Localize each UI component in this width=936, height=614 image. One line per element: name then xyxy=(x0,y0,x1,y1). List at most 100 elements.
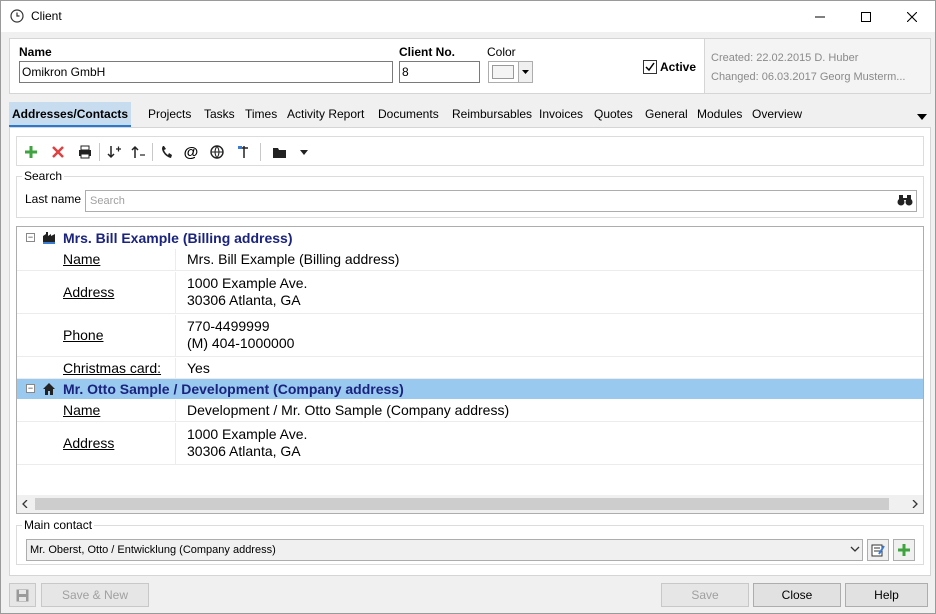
search-group: Search Last name Search xyxy=(16,169,924,218)
field-value-address-line1: 1000 Example Ave. xyxy=(187,275,308,291)
collapse-icon[interactable]: − xyxy=(26,233,35,242)
main-contact-select[interactable]: Mr. Oberst, Otto / Entwicklung (Company … xyxy=(26,539,863,561)
tab-modules[interactable]: Modules xyxy=(694,102,745,127)
tab-invoices[interactable]: Invoices xyxy=(536,102,586,127)
search-group-label: Search xyxy=(22,169,65,183)
delete-icon xyxy=(52,146,64,158)
client-no-input[interactable]: 8 xyxy=(399,61,480,83)
tab-times[interactable]: Times xyxy=(242,102,280,127)
collapse-icon[interactable]: − xyxy=(26,384,35,393)
last-name-label: Last name xyxy=(25,192,82,206)
color-swatch xyxy=(492,65,514,79)
close-window-button[interactable] xyxy=(889,1,935,32)
field-key-phone[interactable]: Phone xyxy=(63,327,103,343)
table-row: Address 1000 Example Ave. 30306 Atlanta,… xyxy=(17,423,923,465)
factory-icon xyxy=(43,232,55,244)
main-contact-group: Main contact Mr. Oberst, Otto / Entwickl… xyxy=(16,518,924,565)
main-contact-label: Main contact xyxy=(22,518,95,532)
edit-main-contact-button[interactable] xyxy=(867,539,889,561)
field-value-name: Mrs. Bill Example (Billing address) xyxy=(187,251,400,267)
horizontal-scrollbar[interactable] xyxy=(17,495,923,513)
add-icon xyxy=(25,146,37,158)
website-button[interactable] xyxy=(206,141,228,163)
toolbar-separator xyxy=(152,143,153,161)
tabs-overflow-button[interactable] xyxy=(917,109,927,123)
scroll-left-button[interactable] xyxy=(18,497,32,511)
map-button[interactable] xyxy=(233,141,255,163)
field-key-name[interactable]: Name xyxy=(63,251,100,267)
print-button[interactable] xyxy=(74,141,96,163)
tab-projects[interactable]: Projects xyxy=(145,102,194,127)
name-input[interactable]: Omikron GmbH xyxy=(19,61,393,83)
scroll-right-button[interactable] xyxy=(908,497,922,511)
add-contact-button[interactable] xyxy=(20,141,42,163)
search-input[interactable]: Search xyxy=(85,190,917,212)
tab-overview[interactable]: Overview xyxy=(749,102,805,127)
email-icon: @ xyxy=(183,143,199,161)
contact-header-text: Mrs. Bill Example (Billing address) xyxy=(63,230,293,246)
checkmark-icon xyxy=(645,62,655,72)
sort-descending-icon xyxy=(107,146,121,159)
table-row: Name Mrs. Bill Example (Billing address) xyxy=(17,249,923,271)
active-checkbox[interactable] xyxy=(643,60,657,74)
field-value-address-line1: 1000 Example Ave. xyxy=(187,426,308,442)
column-separator xyxy=(175,249,176,270)
tab-reimbursables[interactable]: Reimbursables xyxy=(449,102,535,127)
save-button[interactable]: Save xyxy=(661,583,749,607)
save-and-new-button[interactable]: Save & New xyxy=(41,583,149,607)
tab-strip: Addresses/Contacts Projects Tasks Times … xyxy=(9,102,931,127)
scrollbar-thumb[interactable] xyxy=(35,498,889,510)
home-icon xyxy=(43,383,55,395)
tab-documents[interactable]: Documents xyxy=(375,102,442,127)
minimize-icon xyxy=(815,16,825,17)
sort-descending-button[interactable] xyxy=(103,141,125,163)
help-button[interactable]: Help xyxy=(845,583,928,607)
table-row: Name Development / Mr. Otto Sample (Comp… xyxy=(17,400,923,422)
color-picker[interactable] xyxy=(488,61,533,83)
color-dropdown-button[interactable] xyxy=(518,62,532,82)
web-icon xyxy=(210,145,224,159)
active-label: Active xyxy=(660,60,697,74)
caret-down-icon xyxy=(917,114,927,120)
email-button[interactable]: @ xyxy=(180,141,202,163)
field-key-address[interactable]: Address xyxy=(63,284,114,300)
close-button[interactable]: Close xyxy=(753,583,841,607)
color-label: Color xyxy=(487,45,516,59)
folder-button[interactable] xyxy=(268,141,290,163)
window-title: Client xyxy=(31,9,62,23)
call-button[interactable] xyxy=(156,141,178,163)
print-icon xyxy=(79,145,91,159)
column-separator xyxy=(175,400,176,421)
contact-header-billing[interactable]: − Mrs. Bill Example (Billing address) xyxy=(17,228,923,248)
field-value-address-line2: 30306 Atlanta, GA xyxy=(187,292,301,308)
field-value-name: Development / Mr. Otto Sample (Company a… xyxy=(187,402,510,418)
tab-general[interactable]: General xyxy=(642,102,691,127)
delete-contact-button[interactable] xyxy=(47,141,69,163)
field-key-address[interactable]: Address xyxy=(63,435,114,451)
main-contact-dropdown[interactable] xyxy=(850,543,860,555)
chevron-down-icon xyxy=(850,546,860,552)
tab-activity-report[interactable]: Activity Report xyxy=(284,102,367,127)
title-bar: Client xyxy=(1,1,935,32)
field-key-name[interactable]: Name xyxy=(63,402,100,418)
contact-header-company[interactable]: − Mr. Otto Sample / Development (Company… xyxy=(17,379,923,399)
save-disk-button[interactable] xyxy=(9,583,36,607)
field-key-christmas-card[interactable]: Christmas card: xyxy=(63,360,161,376)
search-binoculars-button[interactable] xyxy=(897,194,913,209)
sort-ascending-button[interactable] xyxy=(127,141,149,163)
phone-icon xyxy=(162,146,172,158)
edit-note-icon xyxy=(871,544,885,557)
maximize-button[interactable] xyxy=(843,1,889,32)
folder-dropdown-button[interactable] xyxy=(293,141,315,163)
client-window: Client Name Omikron GmbH Client No. 8 Co… xyxy=(0,0,936,614)
chevron-down-icon xyxy=(522,70,529,74)
tab-quotes[interactable]: Quotes xyxy=(591,102,636,127)
binoculars-icon xyxy=(897,195,913,206)
tab-addresses-contacts[interactable]: Addresses/Contacts xyxy=(9,102,132,127)
add-main-contact-button[interactable] xyxy=(893,539,915,561)
tab-tasks[interactable]: Tasks xyxy=(201,102,238,127)
table-row: Phone 770-4499999 (M) 404-1000000 xyxy=(17,315,923,357)
minimize-button[interactable] xyxy=(797,1,843,32)
field-value-address-line2: 30306 Atlanta, GA xyxy=(187,443,301,459)
dropdown-icon xyxy=(300,149,308,155)
